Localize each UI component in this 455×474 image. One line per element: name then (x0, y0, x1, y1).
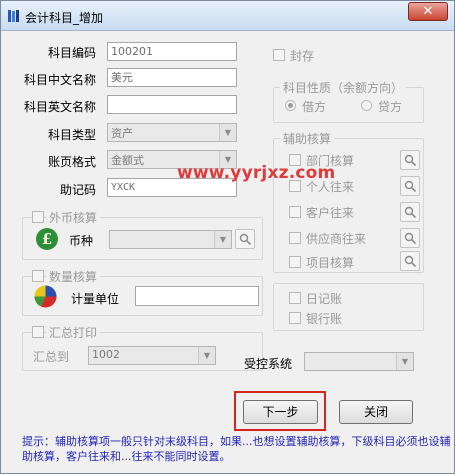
next-button[interactable]: 下一步 (243, 400, 318, 424)
books-icon (8, 10, 19, 22)
search-icon (404, 255, 417, 268)
foreign-group-title: 外币核算 (46, 209, 101, 226)
page-format-select-value: 金额式 (111, 154, 144, 167)
type-label: 科目类型 (48, 128, 97, 142)
aux-project-checkbox[interactable] (289, 256, 301, 268)
hint-text: 提示：辅助核算项一般只针对末级科目，如果...也想设置辅助核算，下级科目必须也设… (22, 435, 451, 463)
cn-name-field[interactable]: 美元 (107, 68, 237, 87)
foreign-checkbox[interactable] (32, 211, 44, 223)
summary-to-label: 汇总到 (33, 350, 70, 364)
chevron-down-icon[interactable]: ▼ (198, 347, 215, 364)
code-field[interactable]: 100201 (107, 42, 237, 61)
window-close-button[interactable]: ✕ (408, 2, 448, 21)
en-name-field[interactable] (107, 95, 237, 114)
quantity-checkbox[interactable] (32, 270, 44, 282)
unit-field[interactable] (135, 286, 259, 306)
aux-dept-search-button[interactable] (400, 150, 420, 170)
dialog-window: 会计科目_增加 ✕ 科目编码 100201 科目中文名称 美元 科目英文名称 科… (0, 0, 455, 474)
aux-supplier-search-button[interactable] (400, 228, 420, 248)
search-icon (404, 206, 417, 219)
chevron-down-icon[interactable]: ▼ (214, 231, 231, 248)
summary-to-select[interactable]: 1002 ▼ (88, 346, 216, 365)
watermark-text: www.yyrjxz.com (177, 163, 336, 183)
aux-customer-label: 客户往来 (306, 206, 355, 220)
en-name-label: 科目英文名称 (24, 100, 97, 114)
unit-label: 计量单位 (71, 292, 120, 306)
search-icon (404, 154, 417, 167)
controlled-system-select[interactable]: ▼ (304, 352, 414, 371)
nature-group: 科目性质（余额方向） 借方 贷方 (273, 79, 424, 123)
currency-search-button[interactable] (235, 229, 255, 249)
summary-group-title: 汇总打印 (46, 324, 101, 341)
aux-project-search-button[interactable] (400, 251, 420, 271)
journal-group: 日记账 银行账 (273, 283, 424, 331)
summary-group: 汇总打印 汇总到 1002 ▼ (22, 324, 263, 371)
title-bar[interactable]: 会计科目_增加 ✕ (1, 1, 454, 31)
debit-label: 借方 (302, 100, 327, 114)
currency-label: 币种 (69, 234, 94, 248)
aux-group: 辅助核算 部门核算 个人往来 客户往来 供应商往来 项目核算 (273, 130, 424, 273)
aux-project-label: 项目核算 (306, 256, 355, 270)
cn-name-label: 科目中文名称 (24, 73, 97, 87)
aux-personal-search-button[interactable] (400, 176, 420, 196)
aux-group-title: 辅助核算 (280, 130, 335, 147)
controlled-system-label: 受控系统 (244, 357, 293, 371)
aux-customer-search-button[interactable] (400, 202, 420, 222)
pie-chart-icon (34, 285, 57, 308)
chevron-down-icon[interactable]: ▼ (219, 124, 236, 141)
aux-supplier-checkbox[interactable] (289, 232, 301, 244)
currency-select[interactable]: ▼ (109, 230, 232, 249)
search-icon (404, 232, 417, 245)
code-label: 科目编码 (48, 46, 97, 60)
summary-to-select-value: 1002 (92, 348, 120, 361)
page-format-label: 账页格式 (48, 155, 97, 169)
daily-journal-label: 日记账 (306, 292, 343, 306)
bank-journal-label: 银行账 (306, 312, 343, 326)
summary-checkbox[interactable] (32, 326, 44, 338)
aux-customer-checkbox[interactable] (289, 206, 301, 218)
daily-journal-checkbox[interactable] (289, 292, 301, 304)
type-select-value: 资产 (111, 127, 133, 140)
credit-radio[interactable] (361, 100, 372, 111)
quantity-group: 数量核算 计量单位 (22, 268, 263, 316)
close-button[interactable]: 关闭 (339, 400, 413, 424)
search-icon (404, 180, 417, 193)
mnemonic-label: 助记码 (60, 183, 97, 197)
seal-label: 封存 (290, 49, 315, 63)
pound-currency-icon: £ (36, 228, 58, 250)
window-title: 会计科目_增加 (25, 11, 104, 25)
seal-checkbox[interactable] (273, 49, 285, 61)
credit-label: 贷方 (378, 100, 403, 114)
quantity-group-title: 数量核算 (46, 268, 101, 285)
chevron-down-icon[interactable]: ▼ (396, 353, 413, 370)
debit-radio[interactable] (285, 100, 296, 111)
svg-text:£: £ (42, 230, 52, 248)
search-icon (239, 233, 252, 246)
foreign-group: 外币核算 £ 币种 ▼ (22, 209, 263, 260)
aux-supplier-label: 供应商往来 (306, 232, 367, 246)
nature-group-title: 科目性质（余额方向） (280, 79, 407, 96)
type-select[interactable]: 资产 ▼ (107, 123, 237, 142)
bank-journal-checkbox[interactable] (289, 312, 301, 324)
